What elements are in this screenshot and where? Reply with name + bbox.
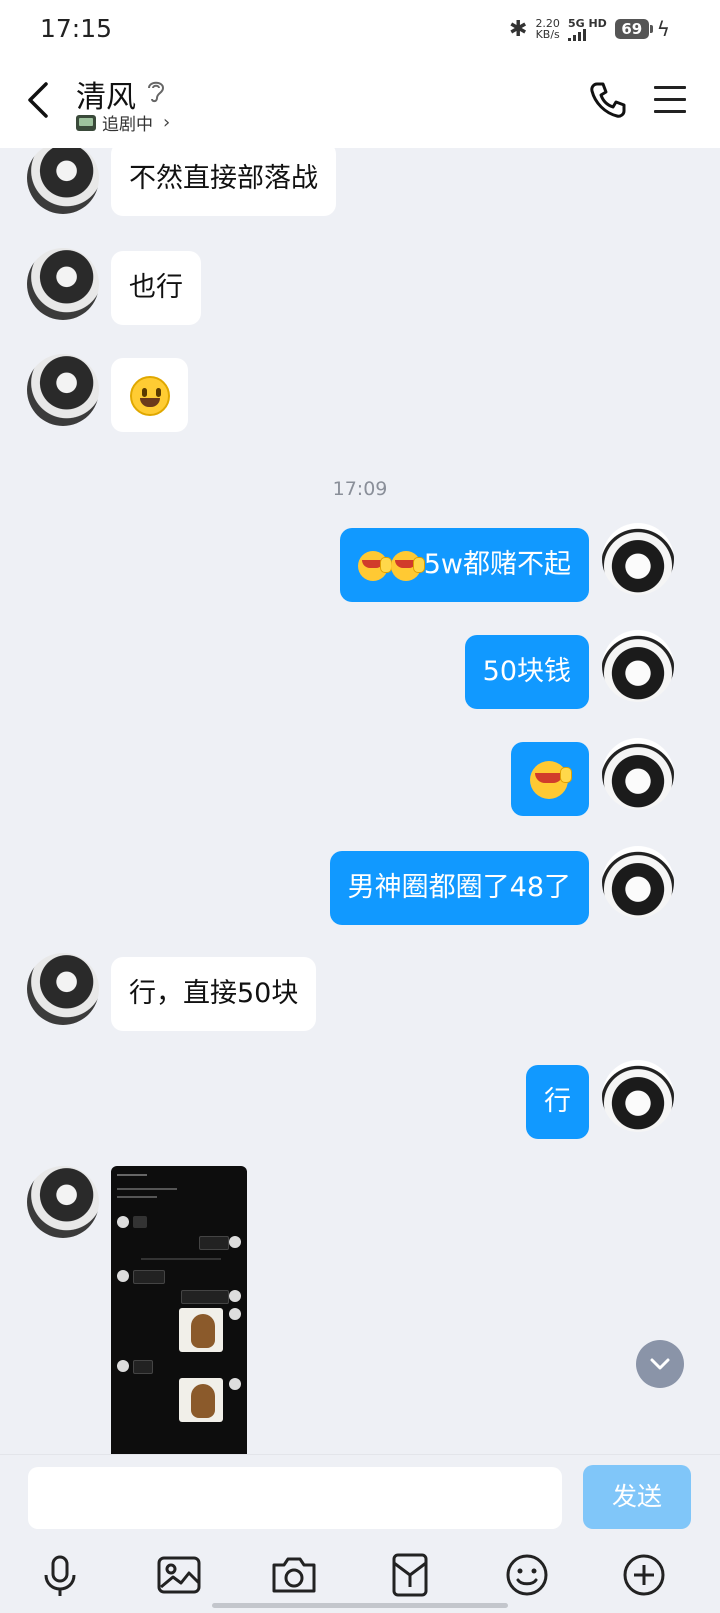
contact-avatar[interactable] xyxy=(27,148,99,214)
emoji-button[interactable] xyxy=(503,1551,551,1599)
camera-button[interactable] xyxy=(270,1551,318,1599)
message-timestamp: 17:09 xyxy=(332,478,388,500)
my-avatar[interactable] xyxy=(602,523,674,595)
message-bubble[interactable] xyxy=(511,742,589,816)
album-button[interactable] xyxy=(155,1551,203,1599)
chevron-right-icon: › xyxy=(163,112,171,133)
my-avatar[interactable] xyxy=(602,630,674,702)
contact-avatar[interactable] xyxy=(27,953,99,1025)
ear-icon[interactable] xyxy=(145,78,167,108)
contact-avatar[interactable] xyxy=(27,248,99,320)
status-line[interactable]: 追剧中 › xyxy=(76,110,170,135)
back-button[interactable] xyxy=(22,78,62,122)
my-avatar[interactable] xyxy=(602,738,674,810)
status-bar: 17:15 ✱ 2.20 KB/s 5G HD 69 ϟ xyxy=(0,0,720,58)
chevron-down-icon xyxy=(650,1358,670,1370)
laughing-emoji-icon xyxy=(390,550,425,581)
message-bubble[interactable]: 不然直接部落战 xyxy=(111,148,336,216)
tv-icon xyxy=(76,114,96,131)
signal-indicator: 5G HD xyxy=(567,18,607,41)
message-bubble[interactable] xyxy=(111,358,188,432)
home-indicator[interactable] xyxy=(212,1603,508,1608)
message-bubble[interactable]: 5w都赌不起 xyxy=(339,528,589,602)
status-time: 17:15 xyxy=(40,14,113,43)
signal-bars-icon xyxy=(567,28,607,41)
activity-status: 追剧中 xyxy=(102,115,153,135)
phone-icon xyxy=(590,82,626,118)
menu-button[interactable] xyxy=(654,86,686,114)
chat-header: 清风 追剧中 › xyxy=(0,58,720,148)
laughing-emoji-icon xyxy=(357,550,392,581)
plus-icon xyxy=(623,1554,665,1596)
message-bubble[interactable]: 行 xyxy=(526,1065,589,1139)
status-icons: ✱ 2.20 KB/s 5G HD 69 ϟ xyxy=(509,14,670,44)
camera-icon xyxy=(272,1557,316,1593)
send-button[interactable]: 发送 xyxy=(583,1465,691,1529)
image-icon xyxy=(157,1556,201,1594)
red-packet-icon xyxy=(392,1553,428,1597)
battery-icon: 69 xyxy=(614,19,653,39)
net-speed: 2.20 KB/s xyxy=(535,17,560,41)
voice-button[interactable] xyxy=(36,1551,84,1599)
menu-icon xyxy=(654,86,686,89)
message-input[interactable] xyxy=(28,1467,562,1529)
contact-avatar[interactable] xyxy=(27,354,99,426)
charging-icon: ϟ xyxy=(656,17,670,41)
my-avatar[interactable] xyxy=(602,1060,674,1132)
my-avatar[interactable] xyxy=(602,846,674,918)
composer: 发送 xyxy=(0,1454,720,1613)
scroll-to-bottom-button[interactable] xyxy=(636,1340,684,1388)
message-bubble[interactable]: 男神圈都圈了48了 xyxy=(329,851,589,925)
message-bubble[interactable]: 50块钱 xyxy=(464,635,589,709)
laughing-emoji-icon xyxy=(529,760,572,799)
bluetooth-icon: ✱ xyxy=(509,16,528,42)
more-button[interactable] xyxy=(620,1551,668,1599)
composer-toolbar xyxy=(0,1551,720,1607)
image-message[interactable] xyxy=(111,1166,247,1454)
message-bubble[interactable]: 行，直接50块 xyxy=(111,957,317,1031)
red-packet-button[interactable] xyxy=(386,1551,434,1599)
chevron-left-icon xyxy=(28,82,48,118)
call-button[interactable] xyxy=(588,80,628,120)
contact-avatar[interactable] xyxy=(27,1166,99,1238)
emoji-icon xyxy=(506,1554,548,1596)
message-list[interactable]: 不然直接部落战 也行 17:09 5w都赌不起 50块钱 男神圈都圈了48了 行… xyxy=(0,148,720,1454)
mic-icon xyxy=(44,1555,76,1596)
smiley-emoji-icon xyxy=(129,375,170,416)
message-bubble[interactable]: 也行 xyxy=(111,251,201,325)
